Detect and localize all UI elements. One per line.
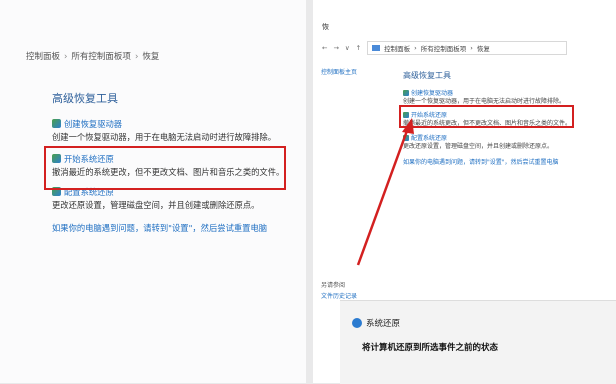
system-restore-dialog: 系统还原 将计算机还原到所选事件之前的状态 bbox=[340, 300, 616, 384]
create-recovery-drive-desc-right: 创建一个恢复驱动器，用于在电脑无法启动时进行故障排除。 bbox=[403, 98, 566, 105]
page-title-right: 高级恢复工具 bbox=[403, 71, 451, 80]
configure-system-restore-desc: 更改还原设置，管理磁盘空间，并且创建或删除还原点。 bbox=[52, 200, 260, 210]
up-button[interactable]: ↑ bbox=[356, 44, 361, 52]
create-recovery-drive-link[interactable]: 创建恢复驱动器 bbox=[52, 118, 122, 130]
address-bar[interactable]: 控制面板 › 所有控制面板项 › 恢复 bbox=[367, 41, 568, 55]
reset-pc-link-right[interactable]: 如果你的电脑遇到问题，请转到"设置"，然后尝试重置电脑 bbox=[403, 157, 559, 166]
forward-button[interactable]: → bbox=[333, 44, 338, 52]
address-bar-row: ← → ∨ ↑ 控制面板 › 所有控制面板项 › 恢复 bbox=[322, 41, 568, 55]
control-panel-recovery-left: 控制面板 › 所有控制面板项 › 恢复 高级恢复工具 创建恢复驱动器 创建一个恢复驱动器… bbox=[0, 0, 306, 383]
dialog-title-bar: 系统还原 bbox=[352, 317, 400, 329]
back-button[interactable]: ← bbox=[322, 44, 327, 52]
system-restore-icon bbox=[352, 318, 362, 328]
breadcrumb-item-all-items[interactable]: 所有控制面板项 bbox=[71, 52, 131, 62]
dialog-title: 系统还原 bbox=[366, 319, 401, 329]
shield-icon bbox=[52, 119, 61, 128]
breadcrumb-item-control-panel[interactable]: 控制面板 bbox=[26, 52, 60, 62]
configure-system-restore-desc-right: 更改还原设置，管理磁盘空间，并且创建或删除还原点。 bbox=[403, 143, 554, 150]
highlight-box-start-restore-right bbox=[399, 105, 574, 128]
history-dropdown-button[interactable]: ∨ bbox=[345, 44, 350, 52]
window-title: 恢 bbox=[322, 23, 329, 31]
reset-pc-link[interactable]: 如果你的电脑遇到问题，请转到"设置"，然后尝试重置电脑 bbox=[52, 222, 267, 234]
control-panel-icon bbox=[372, 45, 381, 51]
page-title: 高级恢复工具 bbox=[52, 92, 118, 105]
control-panel-home-link[interactable]: 控制面板主页 bbox=[321, 67, 357, 76]
address-item-control-panel[interactable]: 控制面板 bbox=[384, 43, 410, 53]
highlight-box-start-restore bbox=[44, 146, 286, 190]
file-history-link[interactable]: 文件历史记录 bbox=[321, 291, 357, 300]
create-recovery-drive-desc: 创建一个恢复驱动器，用于在电脑无法启动时进行故障排除。 bbox=[52, 132, 277, 142]
breadcrumb-item-recovery[interactable]: 恢复 bbox=[142, 52, 159, 62]
see-also-label: 另请参阅 bbox=[321, 282, 346, 289]
address-item-all-items[interactable]: 所有控制面板项 bbox=[421, 43, 467, 53]
breadcrumb: 控制面板 › 所有控制面板项 › 恢复 bbox=[26, 52, 160, 62]
address-item-recovery[interactable]: 恢复 bbox=[477, 43, 490, 53]
dialog-heading: 将计算机还原到所选事件之前的状态 bbox=[362, 343, 499, 353]
